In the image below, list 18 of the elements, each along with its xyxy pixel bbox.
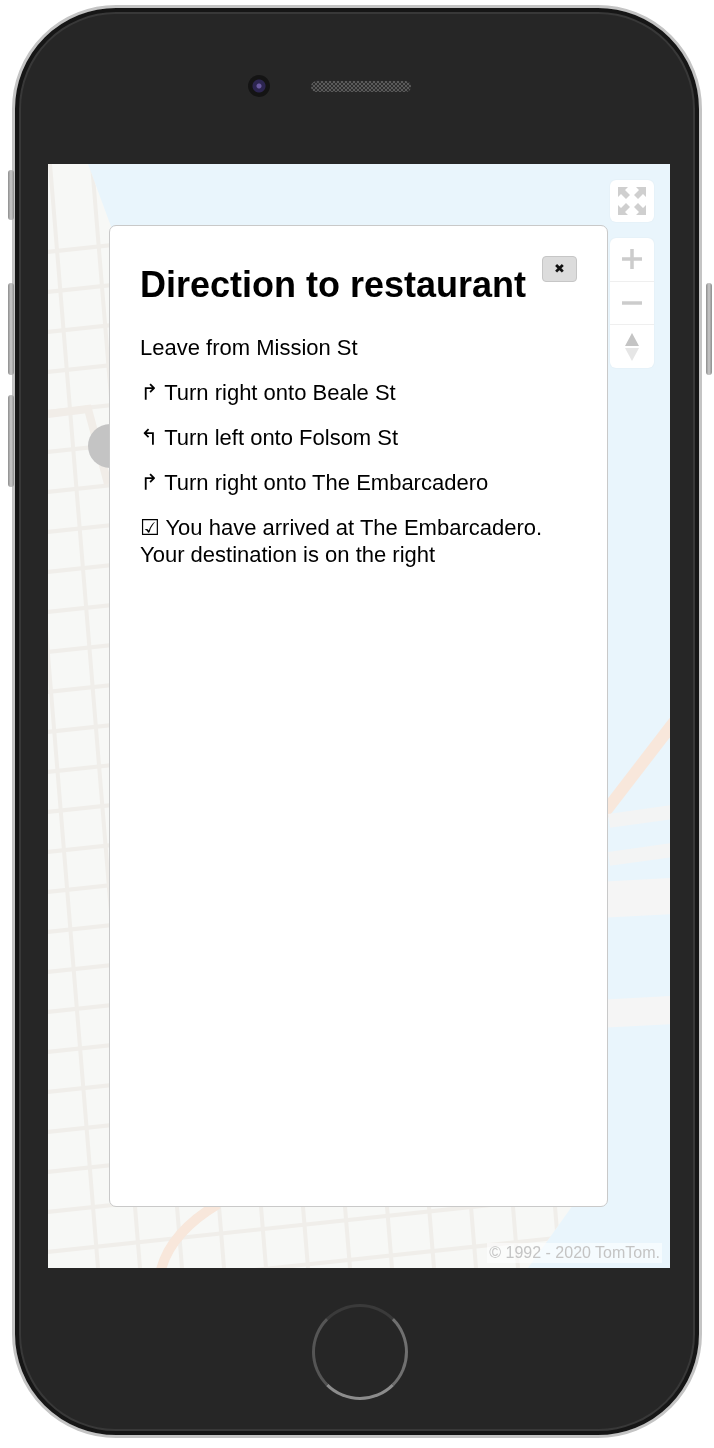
side-button[interactable] [8,395,14,487]
camera-icon [248,75,270,97]
dialog-title: Direction to restaurant [140,263,527,306]
side-button[interactable] [706,283,712,375]
expand-icon [618,187,646,215]
minus-icon [622,301,642,305]
direction-step: ↰ Turn left onto Folsom St [140,424,577,451]
direction-step: ☑ You have arrived at The Embarcadero. Your destination is on the right [140,514,577,568]
side-button[interactable] [8,283,14,375]
map-attribution: © 1992 - 2020 TomTom. [487,1243,662,1263]
compass-icon [625,332,639,361]
direction-step: ↱ Turn right onto The Embarcadero [140,469,577,496]
close-button[interactable]: ✖ [542,256,577,282]
fullscreen-button[interactable] [610,180,654,222]
side-button[interactable] [8,170,14,220]
plus-icon [622,249,642,270]
direction-step: Leave from Mission St [140,334,577,361]
direction-step: ↱ Turn right onto Beale St [140,379,577,406]
